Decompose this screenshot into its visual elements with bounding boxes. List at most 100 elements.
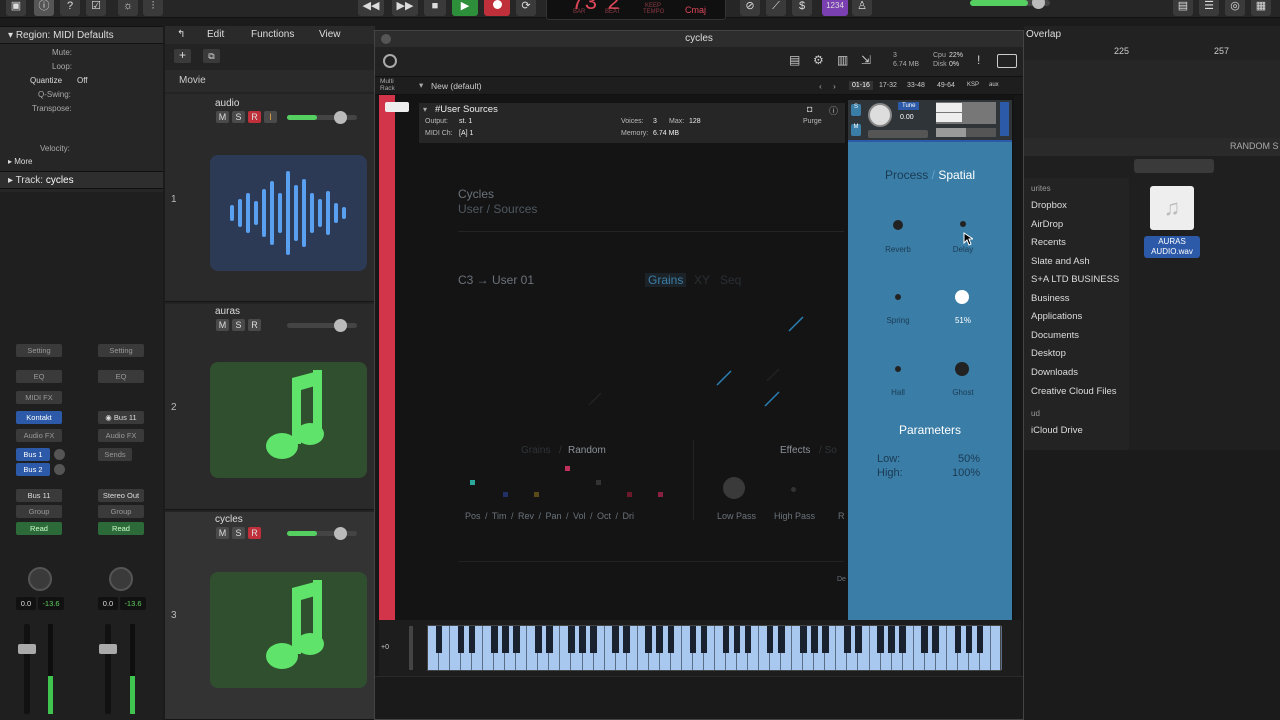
range-tab-2[interactable]: 17-32 [879, 82, 897, 89]
black-key[interactable] [535, 626, 542, 653]
info-icon[interactable]: ⓘ [829, 104, 838, 117]
delay-knob[interactable] [960, 221, 966, 227]
sidebar-item-downloads[interactable]: Downloads [1031, 367, 1078, 378]
region-header[interactable]: ▾ Region: MIDI Defaults [0, 26, 163, 44]
pan-slider[interactable] [868, 130, 928, 138]
range-tab-3[interactable]: 33-48 [907, 82, 925, 89]
save-icon[interactable]: ▤ [789, 53, 800, 67]
send-knob-1[interactable] [54, 449, 65, 460]
audio-file-icon[interactable]: ♫ [1150, 186, 1194, 230]
add-track-button[interactable]: + [174, 49, 191, 63]
metronome-icon[interactable]: ♙ [852, 0, 872, 16]
record-enable-1[interactable]: R [248, 111, 261, 123]
view-switcher[interactable] [1134, 159, 1214, 173]
pitch-wheel[interactable] [409, 626, 413, 670]
range-tab-aux[interactable]: aux [989, 82, 999, 88]
mixer-icon[interactable]: ⫶ [143, 0, 163, 16]
movie-track[interactable]: Movie [165, 70, 375, 92]
smart-controls-icon[interactable]: ☼ [118, 0, 138, 16]
track-row-audio[interactable]: audio M S R I 1 [165, 94, 375, 302]
black-key[interactable] [976, 626, 984, 653]
tab-grains[interactable]: Grains [645, 273, 687, 287]
black-key[interactable] [733, 626, 741, 653]
black-key[interactable] [722, 626, 730, 653]
track-name-audio[interactable]: audio [215, 98, 239, 109]
midi-fx-slot[interactable]: MIDI FX [16, 391, 62, 404]
notepad-icon[interactable]: ▤ [1173, 0, 1193, 16]
black-key[interactable] [811, 626, 818, 653]
sidebar-item-applications[interactable]: Applications [1031, 311, 1082, 322]
wrench-icon[interactable] [385, 102, 409, 112]
black-key[interactable] [700, 626, 708, 653]
volume-fader-2[interactable] [99, 624, 117, 714]
low-value[interactable]: 50% [958, 453, 980, 465]
track-volume-3[interactable] [287, 527, 357, 540]
tab-seq[interactable]: Seq [720, 273, 741, 287]
black-key[interactable] [468, 626, 476, 653]
high-value[interactable]: 100% [952, 467, 980, 479]
help-icon[interactable]: ? [60, 0, 80, 16]
black-key[interactable] [667, 626, 675, 653]
black-key[interactable] [512, 626, 520, 653]
instrument-name[interactable]: #User Sources [435, 104, 498, 115]
volume-readout-1[interactable]: 0.0 [16, 597, 36, 610]
black-key[interactable] [645, 626, 653, 653]
mute-button-1[interactable]: M [216, 111, 229, 123]
ghost-knob[interactable] [955, 362, 969, 376]
browser-icon[interactable]: ▦ [1251, 0, 1271, 16]
spring-amount-knob[interactable] [955, 290, 969, 304]
max-value[interactable]: 128 [689, 118, 701, 125]
black-key[interactable] [501, 626, 509, 653]
black-key[interactable] [855, 626, 862, 653]
keyboard-view-icon[interactable] [997, 54, 1017, 68]
rack-view-icon[interactable]: ▥ [837, 53, 848, 67]
random-section-label[interactable]: Random [568, 445, 606, 456]
next-arrow-icon[interactable]: › [833, 81, 836, 91]
lcd-display[interactable]: 73 2 BAR BEAT KEEP TEMPO Cmaj [546, 0, 726, 20]
resize-icon[interactable]: ⇲ [861, 53, 871, 67]
spring-knob[interactable] [895, 294, 901, 300]
tuner-icon[interactable]: ⊘ [740, 0, 760, 16]
cycle-button[interactable]: ⟳ [516, 0, 536, 16]
black-key[interactable] [899, 626, 906, 653]
sends-slot[interactable]: Sends [98, 448, 132, 461]
rewind-button[interactable]: ◀◀ [358, 0, 384, 16]
mod-dot-tim[interactable] [503, 492, 508, 497]
solo-button-3[interactable]: S [232, 527, 245, 539]
automation-read-2[interactable]: Read [98, 522, 144, 535]
forward-button[interactable]: ▶▶ [392, 0, 418, 16]
slot-label[interactable]: C3 → User 01 [458, 273, 534, 287]
tune-knob[interactable] [868, 103, 892, 127]
send-bus2[interactable]: Bus 2 [16, 463, 50, 476]
stop-button[interactable]: ■ [424, 0, 446, 16]
count-in-badge[interactable]: 1234 [822, 0, 848, 16]
octave-value[interactable]: +0 [381, 644, 389, 651]
group-slot-1[interactable]: Group [16, 505, 62, 518]
quantize-value[interactable]: Off [77, 76, 88, 85]
record-enable-2[interactable]: R [248, 319, 261, 331]
multi-preset-name[interactable]: New (default) [431, 81, 482, 91]
group-slot-2[interactable]: Group [98, 505, 144, 518]
send-knob-2[interactable] [54, 464, 65, 475]
track-name-cycles[interactable]: cycles [215, 514, 243, 525]
functions-menu[interactable]: Functions [251, 29, 294, 40]
prev-arrow-icon[interactable]: ‹ [819, 81, 822, 91]
black-key[interactable] [546, 626, 553, 653]
audio-fx-slot-2[interactable]: Audio FX [98, 429, 144, 442]
black-key[interactable] [579, 626, 586, 653]
pan-knob-1[interactable] [28, 567, 52, 591]
record-button[interactable] [484, 0, 510, 16]
replace-icon[interactable]: $ [792, 0, 812, 16]
black-key[interactable] [888, 626, 895, 653]
track-volume-1[interactable] [287, 111, 357, 124]
list-icon[interactable]: ☰ [1199, 0, 1219, 16]
eq-button-2[interactable]: EQ [98, 370, 144, 383]
black-key[interactable] [799, 626, 807, 653]
range-tab-ksp[interactable]: KSP [967, 82, 979, 88]
panel-side-buttons[interactable] [1000, 102, 1009, 136]
black-key[interactable] [590, 626, 597, 653]
black-key[interactable] [568, 626, 575, 653]
view-menu[interactable]: View [319, 29, 341, 40]
mod-dot-dri[interactable] [658, 492, 663, 497]
volume-readout-2[interactable]: 0.0 [98, 597, 118, 610]
